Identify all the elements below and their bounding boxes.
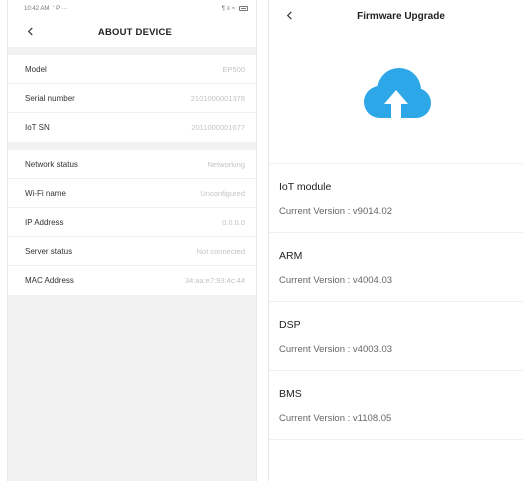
status-bar: 10:42 AM ʹ P ··· ¶ ≡ ≈: [8, 0, 256, 17]
row-value: Not connected: [196, 246, 245, 256]
row-value: EP500: [222, 64, 245, 74]
firmware-upgrade-screen: Firmware Upgrade IoT module Current Vers…: [268, 0, 523, 481]
info-row-iot-sn: IoT SN 2011000001677: [8, 113, 256, 142]
page-title: Firmware Upgrade: [357, 10, 445, 22]
module-name: ARM: [279, 250, 303, 262]
module-arm[interactable]: ARM Current Version : v4004.03: [269, 233, 523, 302]
about-device-screen: 10:42 AM ʹ P ··· ¶ ≡ ≈ ABOUT DEVICE Mode…: [7, 0, 257, 481]
row-label: Server status: [25, 246, 73, 256]
row-value: Networking: [207, 159, 245, 169]
back-arrow-icon[interactable]: [26, 27, 35, 36]
cloud-upload-icon: [364, 68, 431, 120]
module-name: BMS: [279, 388, 302, 400]
row-label: IP Address: [25, 217, 64, 227]
module-version: Current Version : v1108.05: [279, 413, 392, 424]
row-label: Wi-Fi name: [25, 188, 66, 198]
back-arrow-icon[interactable]: [285, 11, 294, 20]
module-version: Current Version : v9014.02: [279, 206, 393, 217]
module-bms[interactable]: BMS Current Version : v1108.05: [269, 371, 523, 440]
info-row-serial-number: Serial number 2101000001378: [8, 84, 256, 113]
status-time: 10:42 AM: [24, 5, 50, 12]
status-right-icons: ¶ ≡ ≈: [221, 5, 235, 12]
module-version: Current Version : v4003.03: [279, 344, 393, 355]
about-device-header: ABOUT DEVICE: [8, 17, 256, 47]
page-title: ABOUT DEVICE: [97, 26, 173, 38]
group-divider: [8, 47, 256, 55]
row-label: IoT SN: [25, 123, 50, 132]
group-divider: [8, 142, 256, 150]
info-row-network-status: Network status Networking: [8, 150, 256, 179]
info-row-mac-address: MAC Address 34:aa:e7:93:4c:44: [8, 266, 256, 295]
info-row-wifi-name: Wi-Fi name Unconfigured: [8, 179, 256, 208]
battery-icon: [239, 6, 248, 11]
row-label: Serial number: [25, 93, 75, 103]
row-value: 2101000001378: [190, 93, 245, 103]
cloud-banner: [269, 34, 523, 164]
module-name: IoT module: [279, 181, 332, 193]
module-name: DSP: [279, 319, 301, 331]
row-value: Unconfigured: [200, 188, 245, 198]
firmware-header: Firmware Upgrade: [269, 0, 523, 34]
row-value: 0.0.0.0: [222, 217, 245, 227]
module-version: Current Version : v4004.03: [279, 275, 393, 286]
info-row-model: Model EP500: [8, 55, 256, 84]
module-dsp[interactable]: DSP Current Version : v4003.03: [269, 302, 523, 371]
row-label: MAC Address: [25, 276, 74, 285]
row-label: Model: [25, 64, 47, 74]
row-value: 2011000001677: [191, 123, 245, 132]
module-iot[interactable]: IoT module Current Version : v9014.02: [269, 164, 523, 233]
row-value: 34:aa:e7:93:4c:44: [184, 276, 245, 285]
network-info-group: Network status Networking Wi-Fi name Unc…: [8, 150, 256, 295]
info-row-ip-address: IP Address 0.0.0.0: [8, 208, 256, 237]
row-label: Network status: [25, 159, 78, 169]
status-left-icons: ʹ P ···: [53, 5, 68, 12]
info-row-server-status: Server status Not connected: [8, 237, 256, 266]
device-info-group: Model EP500 Serial number 2101000001378 …: [8, 55, 256, 142]
